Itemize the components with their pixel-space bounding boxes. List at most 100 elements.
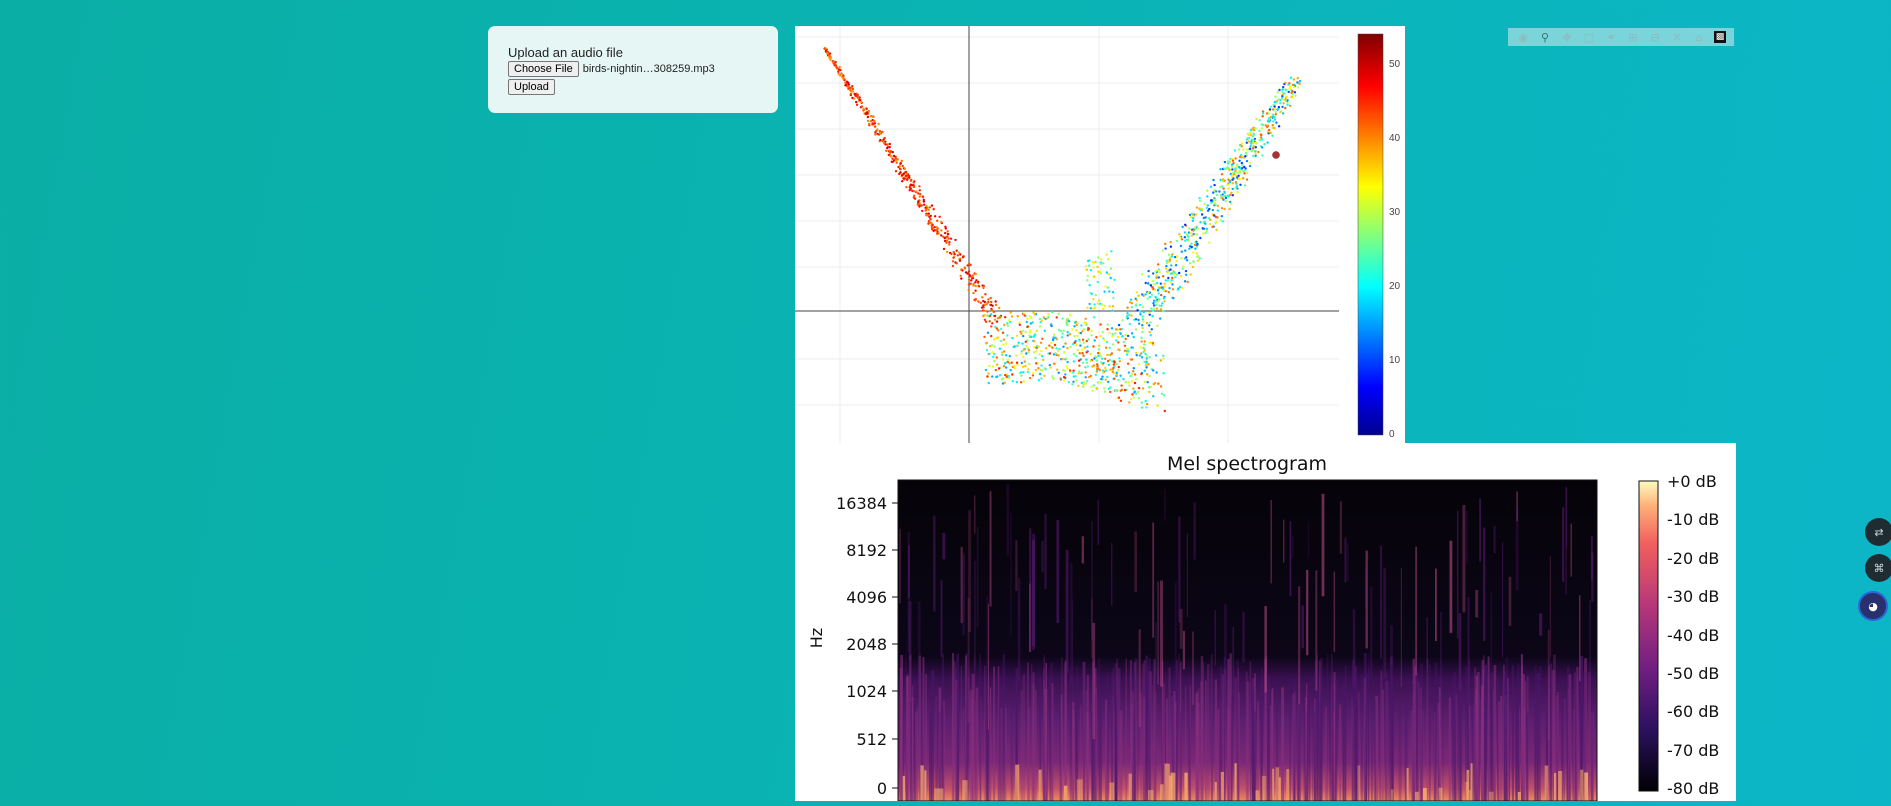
scatter-plot-panel[interactable]: 50 40 30 20 10 0 <box>795 26 1405 443</box>
scatter-plot[interactable]: 50 40 30 20 10 0 <box>795 26 1405 443</box>
scatter-point <box>1269 131 1272 135</box>
scatter-point <box>1144 293 1147 296</box>
spectrogram-streak <box>1475 590 1479 618</box>
scatter-point <box>1106 353 1109 357</box>
spectrogram-streak <box>1027 662 1029 801</box>
scatter-point <box>1281 95 1284 98</box>
scatter-point <box>1135 299 1138 302</box>
box-select-icon[interactable]: □ <box>1582 30 1596 44</box>
reset-axes-icon[interactable]: ⌂ <box>1692 30 1706 44</box>
scatter-point <box>1162 357 1165 360</box>
spectrogram-streak <box>1015 764 1020 801</box>
scatter-point <box>1023 360 1026 363</box>
scatter-point <box>1266 141 1269 144</box>
scatter-point <box>1220 215 1223 218</box>
scatter-point <box>1155 307 1159 310</box>
spectrogram-streak <box>1488 791 1494 801</box>
scatter-point <box>1247 133 1251 137</box>
zoom-icon[interactable]: ⚲ <box>1538 30 1552 44</box>
spectrogram-streak <box>1073 710 1075 801</box>
upload-button[interactable]: Upload <box>508 79 555 95</box>
scatter-point <box>1143 340 1146 343</box>
assistant-icon[interactable]: ◕ <box>1858 591 1888 621</box>
scatter-point <box>1093 357 1096 360</box>
scatter-point <box>1228 180 1231 183</box>
scatter-point <box>1022 380 1025 383</box>
spectrogram-streak <box>1426 617 1428 672</box>
scatter-point <box>1241 167 1244 170</box>
spectrogram-streak <box>902 775 905 801</box>
scatter-point <box>886 146 889 150</box>
scatter-point <box>1127 371 1131 374</box>
scatter-point <box>1090 329 1093 333</box>
spectrogram-streak <box>1467 597 1470 704</box>
scatter-point <box>1281 88 1284 91</box>
spectrogram-streak <box>934 788 940 801</box>
translate-icon[interactable]: ⇄ <box>1865 518 1891 546</box>
shortcut-icon[interactable]: ⌘ <box>1865 554 1891 582</box>
scatter-point <box>1290 95 1293 98</box>
scatter-point <box>1166 279 1170 282</box>
scatter-point <box>1072 371 1075 374</box>
scatter-point <box>1042 358 1045 362</box>
scatter-point <box>1115 328 1118 331</box>
scatter-point <box>1126 349 1129 353</box>
scatter-point <box>1122 377 1125 381</box>
scatter-point <box>1164 279 1167 282</box>
scatter-point <box>1134 392 1138 395</box>
scatter-point <box>986 310 989 313</box>
scatter-point <box>1199 221 1202 224</box>
scatter-point <box>1081 348 1084 351</box>
camera-icon[interactable]: ◉ <box>1516 30 1530 44</box>
scatter-point <box>1155 276 1158 279</box>
scatter-point <box>1145 406 1148 409</box>
spectrogram-streak <box>1475 675 1478 801</box>
scatter-point <box>1277 125 1281 128</box>
scatter-point <box>1250 149 1253 152</box>
spectrogram-streak <box>1428 664 1431 801</box>
zoom-out-icon[interactable]: ⊟ <box>1648 30 1662 44</box>
scatter-point <box>1285 95 1288 99</box>
scatter-point <box>986 301 989 305</box>
scatter-point <box>1214 198 1217 202</box>
spectrogram-streak <box>1178 653 1180 801</box>
scatter-point <box>1051 346 1054 349</box>
scatter-point <box>1184 269 1188 273</box>
choose-file-button[interactable]: Choose File <box>508 61 579 77</box>
scatter-point <box>1107 380 1110 384</box>
zoom-in-icon[interactable]: ⊞ <box>1626 30 1640 44</box>
scatter-point <box>1084 376 1087 379</box>
scatter-point <box>1085 339 1088 343</box>
selected-point[interactable] <box>1272 151 1280 159</box>
scatter-point <box>1022 312 1025 315</box>
scatter-point <box>1081 330 1084 333</box>
scatter-point <box>1093 275 1096 278</box>
scatter-point <box>1196 255 1199 259</box>
scatter-point <box>1195 252 1199 255</box>
scatter-point <box>1053 343 1057 347</box>
lasso-icon[interactable]: ⚭ <box>1604 30 1618 44</box>
scatter-point <box>1109 390 1112 394</box>
spectrogram-streak <box>1434 711 1436 801</box>
scatter-point <box>1123 344 1127 347</box>
pan-icon[interactable]: ✥ <box>1560 30 1574 44</box>
scatter-point <box>1141 305 1144 308</box>
scatter-point <box>1091 389 1094 392</box>
autoscale-icon[interactable]: ✕ <box>1670 30 1684 44</box>
scatter-point <box>1278 88 1281 92</box>
plotly-logo-icon[interactable]: ▩ <box>1714 31 1726 43</box>
scatter-point <box>1038 317 1042 321</box>
spectrogram-streak <box>1293 679 1296 801</box>
scatter-point <box>1128 401 1131 404</box>
scatter-point <box>1146 373 1149 376</box>
scatter-point <box>1020 374 1023 377</box>
scatter-point <box>974 284 977 288</box>
scatter-point <box>1010 315 1014 318</box>
scatter-point <box>1108 290 1111 293</box>
db-tick-label: -80 dB <box>1667 779 1719 798</box>
scatter-point <box>1172 296 1175 300</box>
scatter-point <box>1153 288 1157 292</box>
y-axis-label: Hz <box>807 628 826 648</box>
scatter-point <box>1055 316 1058 319</box>
scatter-point <box>1087 338 1090 341</box>
